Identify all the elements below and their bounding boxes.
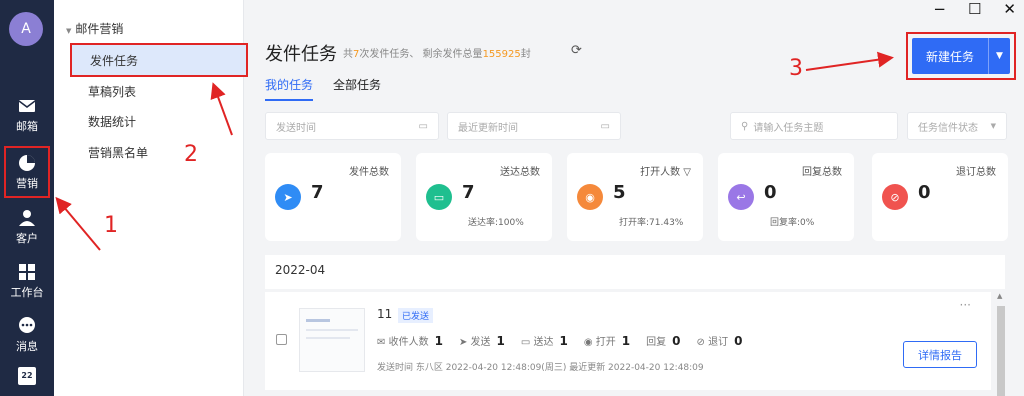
unsubscribe-icon: ⊘	[696, 337, 705, 348]
refresh-icon[interactable]: ⟳	[571, 43, 582, 58]
mail-stats: ✉ 收件人数 1 ➤ 发送 1 ▭ 送达 1 ◉ 打开 1 回复 0 ⊘ 退订 0	[377, 334, 743, 348]
nav-item-customers[interactable]: 客户	[4, 204, 50, 250]
tab-all-tasks[interactable]: 全部任务	[333, 76, 381, 101]
nav-label: 客户	[16, 231, 38, 245]
nav-label: 营销	[16, 176, 38, 190]
stat-card-replied: 回复总数 ↩ 0 回复率:0%	[718, 153, 854, 241]
annotation-number-1: 1	[104, 213, 118, 238]
chat-icon	[18, 316, 36, 335]
nav-item-workbench[interactable]: 工作台	[4, 258, 50, 304]
annotation-number-2: 2	[184, 142, 198, 167]
eye-icon: ◉	[577, 184, 603, 210]
filter-icon[interactable]: ▽	[683, 167, 691, 178]
status-badge: 已发送	[398, 308, 434, 323]
maximize-button[interactable]: ☐	[968, 0, 981, 18]
detail-report-button[interactable]: 详情报告	[903, 341, 977, 368]
subnav-item-blacklist[interactable]: 营销黑名单	[70, 137, 248, 167]
new-task-highlight: 新建任务 ▼	[906, 32, 1016, 80]
send-icon: ➤	[275, 184, 301, 210]
scrollbar-thumb[interactable]	[997, 306, 1005, 396]
scroll-up-icon: ▲	[997, 292, 1003, 300]
stat-card-delivered: 送达总数 ▭ 7 送达率:100%	[416, 153, 552, 241]
remaining-count: 155925	[482, 49, 521, 60]
search-input[interactable]: ⚲ 请输入任务主题	[730, 112, 898, 140]
nav-item-messages[interactable]: 消息	[4, 312, 50, 358]
search-icon: ⚲	[741, 120, 749, 132]
updated-time-filter[interactable]: 最近更新时间 ▭	[447, 112, 621, 140]
new-task-button[interactable]: 新建任务 ▼	[912, 38, 1010, 74]
send-time-filter[interactable]: 发送时间 ▭	[265, 112, 439, 140]
avatar[interactable]: A	[9, 12, 43, 46]
tab-my-tasks[interactable]: 我的任务	[265, 76, 314, 101]
inbox-icon: ▭	[426, 184, 452, 210]
mail-icon: ✉	[377, 337, 386, 348]
caret-down-icon: ▼	[66, 27, 72, 35]
minimize-button[interactable]: −	[933, 0, 946, 18]
scrollbar[interactable]: ▲	[996, 292, 1006, 396]
subnav-item-send-tasks[interactable]: 发件任务	[70, 43, 248, 77]
mail-meta: 发送时间 东八区 2022-04-20 12:48:09(周三) 最近更新 20…	[377, 363, 704, 373]
calendar-icon: ▭	[418, 120, 428, 132]
sub-nav: ▼ 邮件营销 发件任务 草稿列表 数据统计 营销黑名单	[54, 0, 248, 396]
eye-icon: ◉	[583, 337, 593, 348]
left-nav: A 邮箱 营销 客户 工作台 消息 22	[0, 0, 54, 396]
page-title: 发件任务	[265, 44, 337, 65]
calendar-icon: 22	[18, 366, 36, 385]
new-task-label: 新建任务	[925, 49, 974, 64]
calendar-icon: ▭	[600, 120, 610, 132]
user-icon	[18, 209, 36, 227]
nav-label: 工作台	[10, 285, 44, 299]
mail-icon	[18, 97, 36, 115]
nav-label: 消息	[16, 339, 38, 353]
month-header: 2022-04	[265, 255, 1005, 289]
stat-card-sent: 发件总数 ➤ 7	[265, 153, 401, 241]
task-summary: 共7次发件任务、 剩余发件总量155925封	[343, 49, 531, 60]
mail-subject[interactable]: 11	[377, 307, 392, 321]
nav-item-calendar[interactable]: 22	[4, 362, 50, 392]
window-controls: − ☐ ✕	[933, 0, 1024, 18]
more-icon[interactable]: ···	[960, 298, 971, 312]
reply-icon: ↩	[728, 184, 754, 210]
stat-card-unsubscribed: 退订总数 ⊘ 0	[872, 153, 1008, 241]
pie-chart-icon	[18, 154, 36, 172]
mail-thumbnail[interactable]	[299, 308, 365, 372]
chevron-down-icon: ▼	[990, 122, 996, 130]
mail-task-row[interactable]: 11 已发送 ✉ 收件人数 1 ➤ 发送 1 ▭ 送达 1 ◉ 打开 1 回复 0 ⊘ 退…	[265, 292, 991, 390]
annotation-number-3: 3	[789, 56, 803, 81]
close-button[interactable]: ✕	[1003, 0, 1016, 18]
stat-card-opened: 打开人数 ▽ ◉ 5 打开率:71.43%	[567, 153, 703, 241]
task-tabs: 我的任务 全部任务	[265, 76, 381, 101]
subnav-group-header[interactable]: ▼ 邮件营销	[66, 20, 123, 37]
nav-label: 邮箱	[16, 119, 38, 133]
send-icon: ➤	[458, 337, 468, 348]
subnav-item-drafts[interactable]: 草稿列表	[70, 76, 248, 106]
row-checkbox[interactable]	[276, 334, 287, 345]
main-panel: − ☐ ✕ 发件任务 共7次发件任务、 剩余发件总量155925封 ⟳ 新建任务…	[244, 0, 1024, 396]
grid-icon	[18, 263, 36, 281]
inbox-icon: ▭	[520, 337, 531, 348]
status-select[interactable]: 任务信件状态 ▼	[907, 112, 1007, 140]
chevron-down-icon[interactable]: ▼	[988, 38, 1010, 74]
subnav-item-statistics[interactable]: 数据统计	[70, 106, 248, 136]
unsubscribe-icon: ⊘	[882, 184, 908, 210]
nav-item-mail[interactable]: 邮箱	[4, 92, 50, 138]
nav-item-marketing[interactable]: 营销	[4, 146, 50, 198]
